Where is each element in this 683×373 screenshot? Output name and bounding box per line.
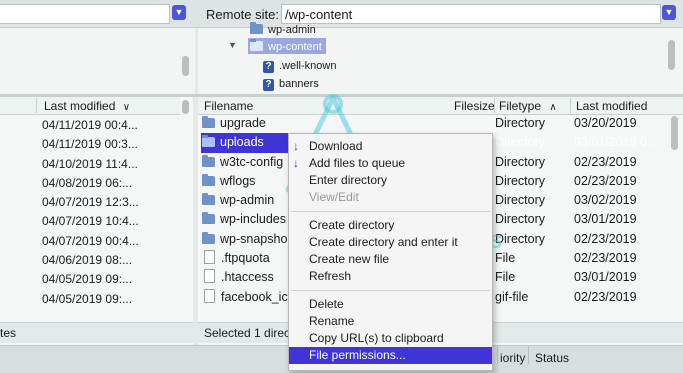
list-item[interactable]: 04/07/2019 10:4... <box>42 212 182 231</box>
local-list-scrollbar[interactable] <box>182 100 189 114</box>
list-item[interactable]: 04/11/2019 00:3... <box>42 135 182 154</box>
question-icon: ? <box>263 79 274 91</box>
column-divider <box>36 98 37 113</box>
view-edit-menu-item: View/Edit <box>309 190 359 204</box>
create-directory-menu-item[interactable]: Create directory <box>289 217 492 234</box>
local-site-input[interactable] <box>0 4 170 24</box>
chevron-down-icon: ∨ <box>122 102 131 113</box>
folder-icon <box>202 231 215 244</box>
remote-site-dropdown-button[interactable]: ▼ <box>662 5 676 20</box>
tree-item[interactable]: ? banners <box>263 76 319 91</box>
list-item[interactable]: 04/10/2019 11:4... <box>42 155 182 174</box>
context-menu: ↓ Download ↓ Add files to queue Enter di… <box>288 133 493 371</box>
folder-icon <box>202 154 215 167</box>
delete-menu-item[interactable]: Delete <box>289 296 492 313</box>
file-icon <box>204 269 215 284</box>
column-divider <box>497 346 498 364</box>
menu-separator <box>291 211 490 212</box>
list-item[interactable]: 04/07/2019 12:3... <box>42 193 182 212</box>
local-column-header: Last modified ∨ <box>0 97 180 115</box>
refresh-menu-item[interactable]: Refresh <box>289 268 492 285</box>
create-new-file-menu-item[interactable]: Create new file <box>289 251 492 268</box>
filetype-column-header[interactable]: Filetype ∧ <box>499 99 557 113</box>
folder-icon <box>202 173 215 186</box>
local-last-modified-header[interactable]: Last modified ∨ <box>44 99 130 113</box>
local-tree-scrollbar[interactable] <box>182 56 189 76</box>
folder-icon <box>202 212 215 225</box>
remote-site-input[interactable]: /wp-content <box>281 4 661 24</box>
column-divider <box>570 98 571 113</box>
chevron-up-icon: ∧ <box>549 102 557 113</box>
priority-column-header[interactable]: iority <box>500 351 525 365</box>
tree-item[interactable]: ? .well-known <box>263 58 336 73</box>
table-row[interactable]: upgrade Directory 03/20/2019 <box>198 114 668 133</box>
list-item[interactable]: 04/05/2019 09:... <box>42 290 182 309</box>
tree-item[interactable]: wp-admin <box>250 22 316 37</box>
add-files-to-queue-menu-item[interactable]: ↓ Add files to queue <box>289 155 492 172</box>
folder-icon <box>202 116 215 128</box>
folder-icon <box>202 135 215 148</box>
folder-icon <box>202 193 215 206</box>
list-item[interactable]: 04/08/2019 06:... <box>42 174 182 193</box>
folder-icon <box>250 22 263 34</box>
copy-urls-menu-item[interactable]: Copy URL(s) to clipboard <box>289 330 492 347</box>
remote-tree-scrollbar[interactable] <box>668 40 675 70</box>
list-item[interactable]: 04/07/2019 00:4... <box>42 232 182 251</box>
remote-site-path: /wp-content <box>285 7 353 22</box>
tree-expand-arrow[interactable]: ▼ <box>228 40 237 50</box>
local-rows: 04/11/2019 00:4... 04/11/2019 00:3... 04… <box>42 116 182 309</box>
filesize-column-header[interactable]: Filesize <box>454 99 495 113</box>
filename-column-header[interactable]: Filename <box>204 99 253 113</box>
local-status-bar: tes <box>0 322 193 343</box>
remote-list-scrollbar[interactable] <box>671 116 678 150</box>
file-icon <box>204 250 215 265</box>
rename-menu-item[interactable]: Rename <box>289 313 492 330</box>
list-item[interactable]: 04/11/2019 00:4... <box>42 116 182 135</box>
remote-site-label: Remote site: <box>206 7 279 22</box>
folder-icon <box>250 39 263 51</box>
local-tree-panel <box>0 28 195 94</box>
list-item[interactable]: 04/05/2019 09:... <box>42 270 182 289</box>
menu-separator <box>291 290 490 291</box>
add-queue-icon: ↓ <box>293 156 299 170</box>
create-directory-and-enter-menu-item[interactable]: Create directory and enter it <box>289 234 492 251</box>
file-icon <box>204 288 215 303</box>
tree-item-selected[interactable]: wp-content <box>248 38 326 54</box>
last-modified-column-header[interactable]: Last modified <box>576 99 647 113</box>
column-divider <box>494 98 495 113</box>
enter-directory-menu-item[interactable]: Enter directory <box>289 172 492 189</box>
remote-column-header: Filename Filesize Filetype ∧ Last modifi… <box>198 97 683 115</box>
status-column-header[interactable]: Status <box>535 351 569 365</box>
file-permissions-menu-item[interactable]: File permissions... <box>289 347 492 364</box>
list-item[interactable]: 04/06/2019 08:... <box>42 251 182 270</box>
question-icon: ? <box>263 61 274 73</box>
column-divider <box>528 346 529 364</box>
local-site-dropdown-button[interactable]: ▼ <box>172 5 186 20</box>
download-icon: ↓ <box>293 139 299 153</box>
download-menu-item[interactable]: ↓ Download <box>289 138 492 155</box>
